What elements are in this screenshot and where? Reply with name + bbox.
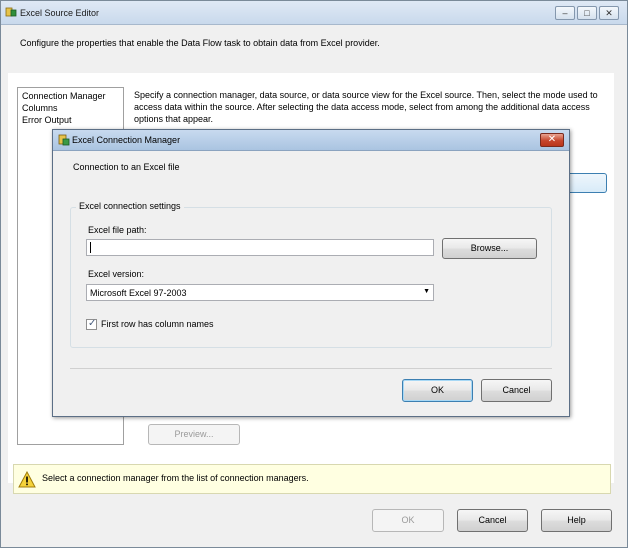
window-title: Excel Source Editor (20, 8, 100, 18)
intro-text: Configure the properties that enable the… (20, 38, 380, 48)
file-path-input[interactable] (86, 239, 434, 256)
nav-item-columns[interactable]: Columns (22, 103, 58, 113)
status-bar: Select a connection manager from the lis… (13, 464, 611, 494)
ok-button[interactable]: OK (372, 509, 444, 532)
connection-manager-icon (58, 134, 70, 146)
close-icon: ✕ (605, 8, 613, 18)
excel-version-select[interactable]: Microsoft Excel 97-2003 ▼ (86, 284, 434, 301)
excel-connection-manager-dialog: Excel Connection Manager ✕ Connection to… (52, 129, 570, 417)
close-icon: ✕ (547, 134, 557, 145)
file-path-label: Excel file path: (88, 225, 147, 235)
maximize-icon: □ (584, 8, 590, 18)
maximize-button[interactable]: □ (577, 6, 597, 20)
nav-item-error-output[interactable]: Error Output (22, 115, 72, 125)
status-message: Select a connection manager from the lis… (42, 473, 309, 483)
checkmark-icon: ✓ (88, 318, 97, 329)
dialog-cancel-button[interactable]: Cancel (481, 379, 552, 402)
minimize-icon: – (562, 8, 568, 18)
dialog-close-button[interactable]: ✕ (540, 133, 564, 147)
first-row-checkbox[interactable]: ✓ (86, 318, 97, 330)
dropdown-arrow-icon: ▼ (423, 288, 430, 295)
minimize-button[interactable]: – (555, 6, 575, 20)
dialog-ok-button[interactable]: OK (402, 379, 473, 402)
close-button[interactable]: ✕ (599, 6, 619, 20)
ssis-source-icon (5, 6, 17, 18)
first-row-label[interactable]: First row has column names (101, 319, 214, 329)
dialog-titlebar[interactable]: Excel Connection Manager ✕ (53, 130, 569, 151)
nav-item-connection-manager[interactable]: Connection Manager (22, 91, 106, 101)
excel-version-value: Microsoft Excel 97-2003 (90, 288, 187, 298)
group-title: Excel connection settings (76, 201, 184, 211)
dialog-title: Excel Connection Manager (72, 135, 181, 145)
warning-icon (18, 470, 36, 488)
version-label: Excel version: (88, 269, 145, 279)
cancel-button[interactable]: Cancel (457, 509, 528, 532)
dialog-heading: Connection to an Excel file (73, 162, 180, 172)
browse-button[interactable]: Browse... (442, 238, 537, 259)
new-connection-button-partial[interactable] (569, 173, 607, 193)
page-description: Specify a connection manager, data sourc… (134, 90, 598, 124)
window-titlebar[interactable]: Excel Source Editor – □ ✕ (1, 1, 627, 25)
text-caret (90, 242, 91, 253)
preview-button[interactable]: Preview... (148, 424, 240, 445)
help-button[interactable]: Help (541, 509, 612, 532)
dialog-separator (70, 368, 552, 369)
